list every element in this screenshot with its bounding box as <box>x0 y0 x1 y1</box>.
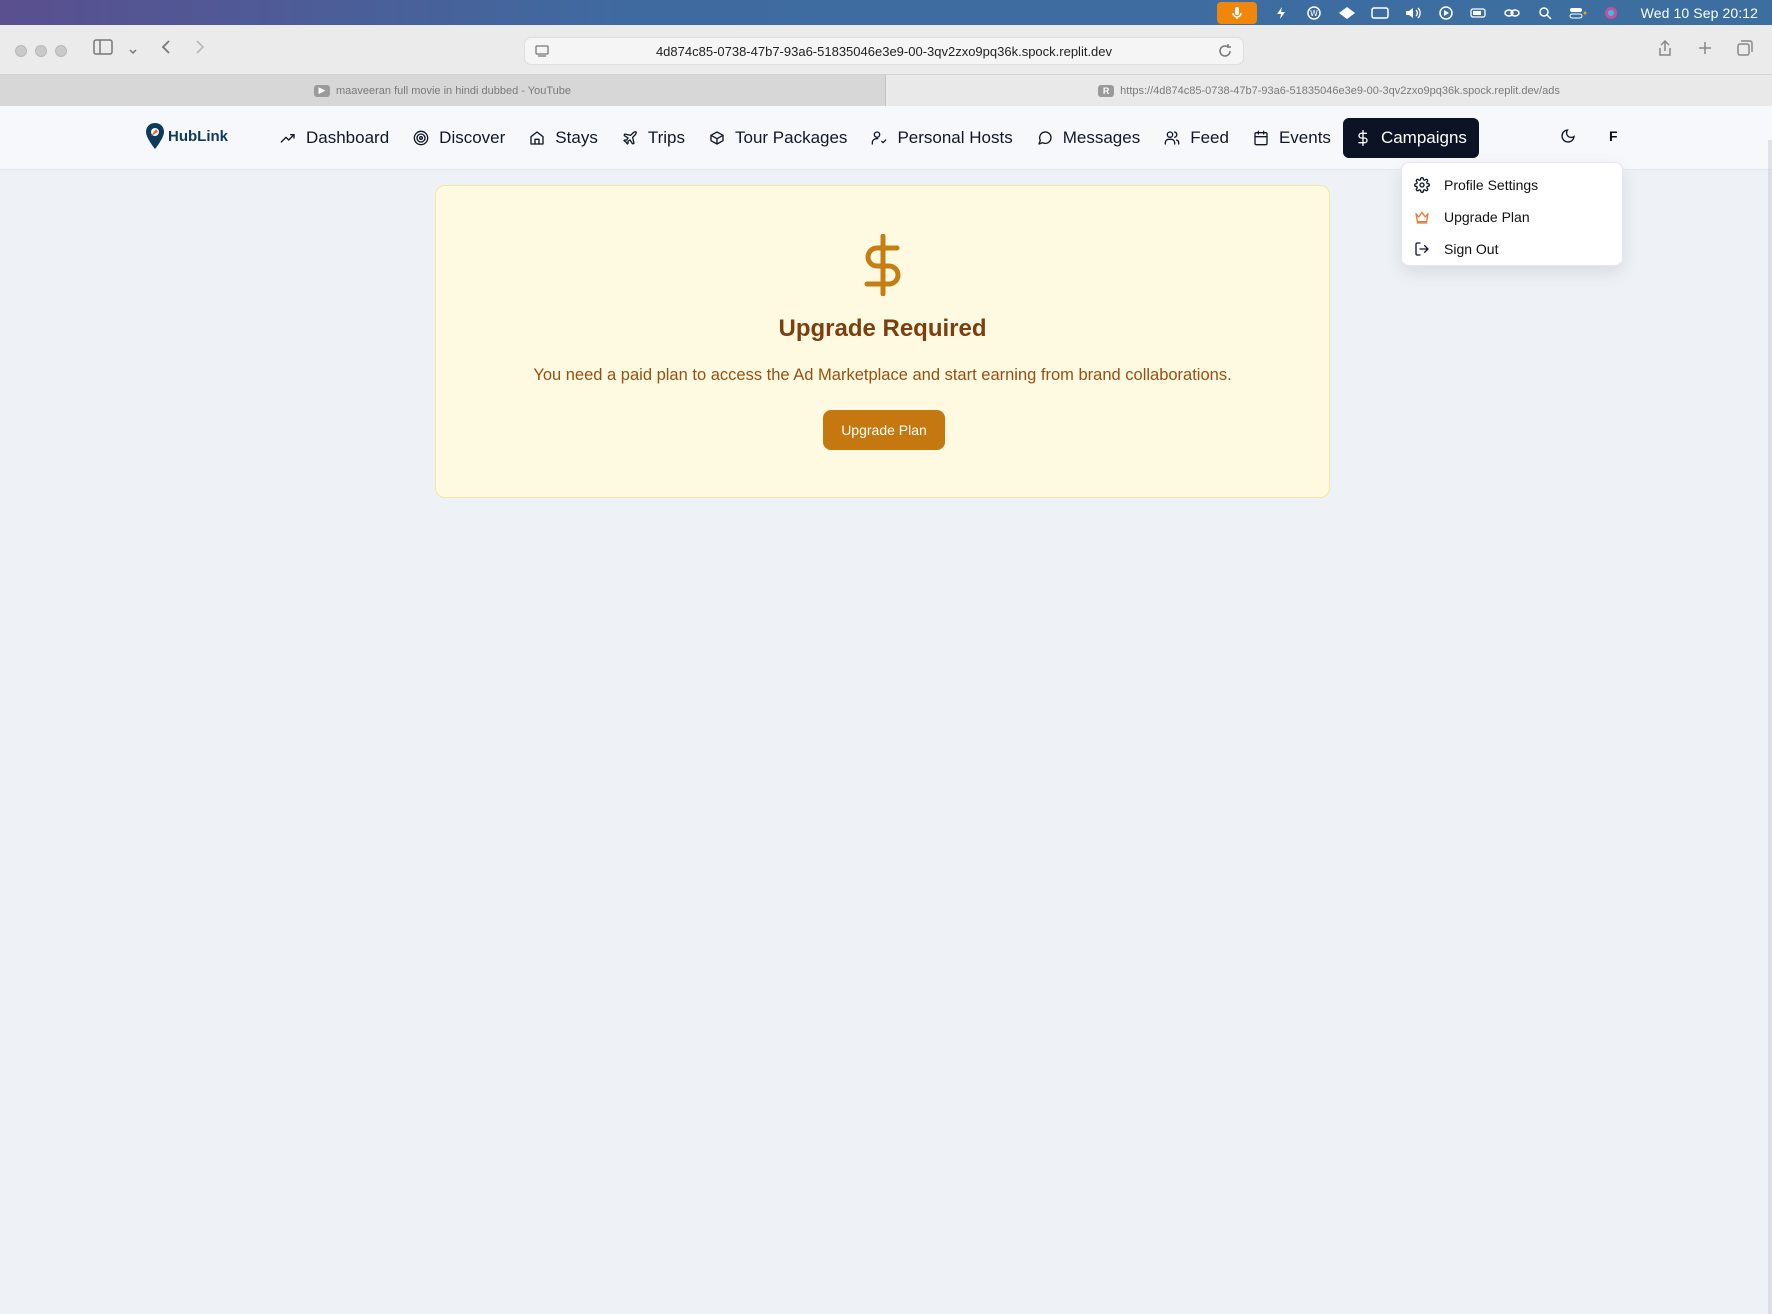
menu-item-sign-out[interactable]: Sign Out <box>1402 233 1622 265</box>
trending-up-icon <box>280 134 295 143</box>
macos-menubar: W Wed 10 Sep 20:12 <box>0 0 1772 25</box>
back-icon[interactable] <box>160 39 172 60</box>
search-icon[interactable] <box>1536 6 1554 20</box>
nav-label: Discover <box>439 128 506 147</box>
calendar-icon <box>1254 130 1268 146</box>
toolbar-right <box>1656 39 1754 57</box>
package-icon <box>710 131 724 145</box>
upgrade-message: You need a paid plan to access the Ad Ma… <box>533 366 1232 384</box>
nav-discover[interactable]: Discover <box>401 118 517 158</box>
close-window-button[interactable] <box>15 45 27 57</box>
play-icon[interactable] <box>1437 5 1455 20</box>
main-nav: Dashboard Discover Stays Trips Tour Pack… <box>268 118 1479 158</box>
location-pin-icon <box>146 123 164 149</box>
siri-icon[interactable] <box>1602 6 1620 20</box>
nav-label: Stays <box>555 128 598 147</box>
diamond-app-icon[interactable] <box>1338 6 1356 20</box>
tab-label: https://4d874c85-0738-47b7-93a6-51835046… <box>1120 84 1560 97</box>
upgrade-plan-button[interactable]: Upgrade Plan <box>823 410 945 450</box>
user-check-icon <box>872 131 887 145</box>
menu-item-label: Profile Settings <box>1444 177 1539 193</box>
microphone-icon[interactable] <box>1216 1 1257 24</box>
app-viewport: HubLink Dashboard Discover Stays Trips T… <box>0 106 1772 1314</box>
control-center-icon[interactable] <box>1569 6 1587 20</box>
theme-toggle-button[interactable] <box>1560 128 1580 148</box>
volume-icon[interactable] <box>1404 6 1422 20</box>
nav-label: Events <box>1278 128 1331 147</box>
nav-personal-hosts[interactable]: Personal Hosts <box>859 118 1024 158</box>
share-icon[interactable] <box>1656 39 1674 57</box>
nav-label: Dashboard <box>306 128 390 147</box>
upgrade-title: Upgrade Required <box>778 315 987 342</box>
chevron-down-icon[interactable] <box>128 41 138 62</box>
target-icon <box>413 130 429 146</box>
logout-icon <box>1415 242 1429 256</box>
nav-label: Messages <box>1062 128 1141 147</box>
users-icon <box>1164 131 1180 145</box>
user-avatar-button[interactable]: F <box>1609 128 1618 144</box>
minimize-window-button[interactable] <box>35 45 47 57</box>
tab-strip: ▶ maaveeran full movie in hindi dubbed -… <box>0 75 1772 106</box>
dollar-icon <box>859 233 907 297</box>
menu-item-upgrade-plan[interactable]: Upgrade Plan <box>1402 201 1622 233</box>
nav-events[interactable]: Events <box>1241 118 1343 158</box>
dollar-icon <box>1358 130 1368 146</box>
nav-stays[interactable]: Stays <box>517 118 610 158</box>
nav-label: Feed <box>1190 128 1229 147</box>
upgrade-required-card: Upgrade Required You need a paid plan to… <box>435 185 1330 498</box>
nav-dashboard[interactable]: Dashboard <box>268 118 401 158</box>
w-app-icon[interactable]: W <box>1305 5 1323 20</box>
window-edge <box>1768 140 1772 1314</box>
reload-icon[interactable] <box>1217 43 1233 59</box>
gear-icon <box>1414 177 1430 193</box>
nav-label: Personal Hosts <box>897 128 1013 147</box>
message-circle-icon <box>1038 131 1052 145</box>
browser-toolbar: 4d874c85-0738-47b7-93a6-51835046e3e9-00-… <box>0 25 1772 75</box>
new-tab-icon[interactable] <box>1696 39 1714 57</box>
nav-label: Campaigns <box>1380 128 1467 147</box>
window-controls <box>15 45 67 57</box>
nav-messages[interactable]: Messages <box>1025 118 1152 158</box>
tab-overview-icon[interactable] <box>1736 39 1754 57</box>
status-tray: W Wed 10 Sep 20:12 <box>1216 0 1758 25</box>
moon-icon <box>1561 129 1575 143</box>
hublink-logo[interactable]: HubLink <box>144 122 228 150</box>
link-icon[interactable] <box>1503 6 1521 20</box>
tab-replit-ads[interactable]: R https://4d874c85-0738-47b7-93a6-518350… <box>886 75 1772 106</box>
tab-youtube[interactable]: ▶ maaveeran full movie in hindi dubbed -… <box>0 75 886 106</box>
nav-trips[interactable]: Trips <box>610 118 697 158</box>
logo-text: HubLink <box>168 127 228 145</box>
menubar-clock[interactable]: Wed 10 Sep 20:12 <box>1641 5 1758 21</box>
menu-item-profile-settings[interactable]: Profile Settings <box>1402 169 1622 201</box>
nav-tour-packages[interactable]: Tour Packages <box>697 118 859 158</box>
address-bar[interactable]: 4d874c85-0738-47b7-93a6-51835046e3e9-00-… <box>524 37 1244 65</box>
crown-icon <box>1415 211 1429 224</box>
youtube-icon: ▶ <box>313 84 330 97</box>
sidebar-toggle-icon[interactable] <box>93 39 113 60</box>
forward-icon[interactable] <box>194 39 206 60</box>
tab-label: maaveeran full movie in hindi dubbed - Y… <box>335 84 572 97</box>
nav-label: Tour Packages <box>734 128 848 147</box>
nav-feed[interactable]: Feed <box>1152 118 1241 158</box>
menu-item-label: Upgrade Plan <box>1444 209 1530 225</box>
url-text: 4d874c85-0738-47b7-93a6-51835046e3e9-00-… <box>655 43 1113 59</box>
svg-text:W: W <box>1310 9 1318 18</box>
top-navbar: HubLink Dashboard Discover Stays Trips T… <box>0 106 1772 170</box>
battery-icon[interactable] <box>1470 6 1488 20</box>
nav-campaigns[interactable]: Campaigns <box>1342 118 1479 158</box>
user-dropdown-menu: Profile Settings Upgrade Plan Sign Out <box>1401 162 1623 266</box>
shortcut-icon[interactable] <box>1272 6 1290 20</box>
plane-icon <box>623 131 637 145</box>
page-settings-icon[interactable] <box>535 44 549 58</box>
nav-label: Trips <box>647 128 685 147</box>
zoom-window-button[interactable] <box>55 45 67 57</box>
home-icon <box>530 131 544 145</box>
keyboard-icon[interactable] <box>1370 6 1389 20</box>
menu-item-label: Sign Out <box>1444 241 1499 257</box>
replit-favicon-icon: R <box>1098 84 1115 97</box>
